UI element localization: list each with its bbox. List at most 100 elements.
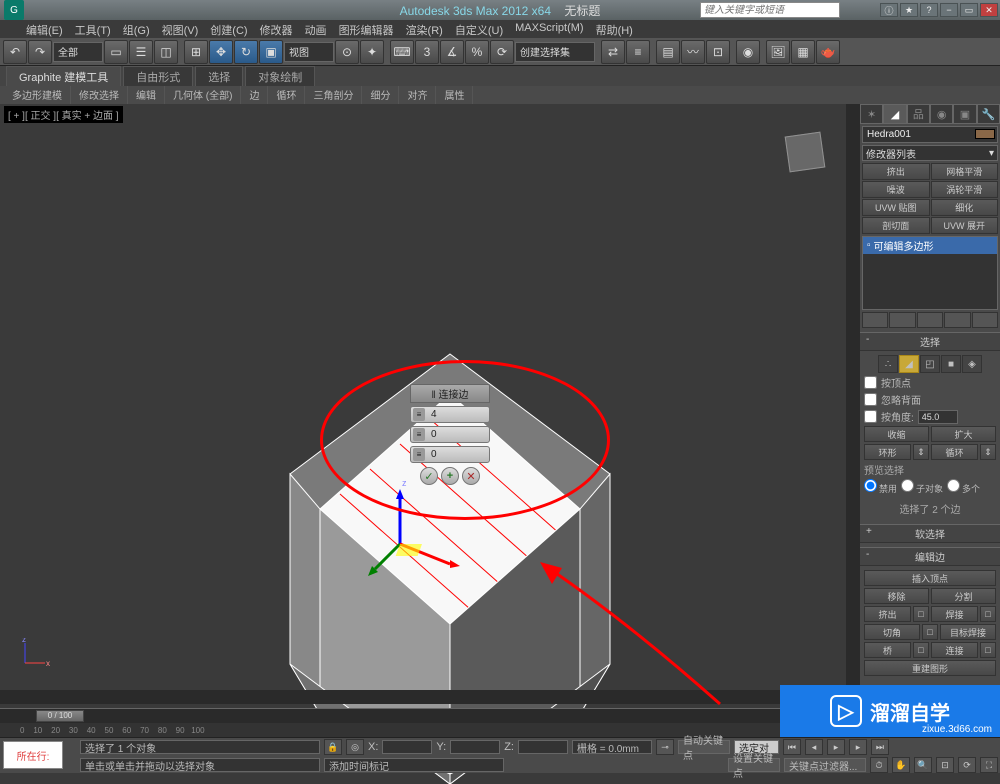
select-name-button[interactable]: ☰ <box>129 40 153 64</box>
modifier-stack[interactable]: ▫ 可编辑多边形 <box>862 236 998 310</box>
undo-button[interactable]: ↶ <box>3 40 27 64</box>
ribbon-tab-selection[interactable]: 选择 <box>195 66 243 86</box>
curve-editor-button[interactable]: 〰 <box>681 40 705 64</box>
menu-customize[interactable]: 自定义(U) <box>449 20 509 38</box>
mod-unwrap[interactable]: UVW 展开 <box>931 217 999 234</box>
loop-button[interactable]: 循环 <box>931 444 978 460</box>
viewport-scrollbar-h[interactable] <box>0 690 846 704</box>
ribbon-sub-geom[interactable]: 几何体 (全部) <box>165 86 241 104</box>
comm-center-icon[interactable]: ⓘ <box>880 3 898 17</box>
ignore-backfacing-check[interactable]: 忽略背面 <box>864 392 996 407</box>
favorites-icon[interactable]: ★ <box>900 3 918 17</box>
percent-snap-button[interactable]: % <box>465 40 489 64</box>
target-weld-button[interactable]: 目标焊接 <box>940 624 996 640</box>
mod-tessellate[interactable]: 细化 <box>931 199 999 216</box>
isolate-button[interactable]: ◎ <box>346 739 364 755</box>
split-button[interactable]: 分割 <box>931 588 996 604</box>
subobj-border[interactable]: ◰ <box>920 355 940 373</box>
time-config-button[interactable]: ⏱ <box>870 757 888 773</box>
ribbon-sub-props[interactable]: 属性 <box>436 86 473 104</box>
bridge-settings[interactable]: □ <box>913 642 929 658</box>
ribbon-sub-edit[interactable]: 编辑 <box>128 86 165 104</box>
menu-tools[interactable]: 工具(T) <box>69 20 117 38</box>
by-vertex-check[interactable]: 按顶点 <box>864 375 996 390</box>
menu-animation[interactable]: 动画 <box>299 20 333 38</box>
mirror-button[interactable]: ⇄ <box>601 40 625 64</box>
key-filters-button[interactable]: 关键点过滤器... <box>784 758 866 772</box>
maximize-viewport-button[interactable]: ⛶ <box>980 757 998 773</box>
zoom-button[interactable]: 🔍 <box>914 757 932 773</box>
stack-editable-poly[interactable]: ▫ 可编辑多边形 <box>863 237 997 254</box>
menu-modifiers[interactable]: 修改器 <box>254 20 299 38</box>
setkey-button[interactable]: 设置关键点 <box>728 758 780 772</box>
ribbon-tab-objectpaint[interactable]: 对象绘制 <box>245 66 315 86</box>
key-mode-button[interactable]: ⊸ <box>656 739 674 755</box>
ribbon-sub-polymodel[interactable]: 多边形建模 <box>4 86 71 104</box>
menu-grapheditors[interactable]: 图形编辑器 <box>333 20 400 38</box>
menu-create[interactable]: 创建(C) <box>204 20 253 38</box>
minimize-button[interactable]: − <box>940 3 958 17</box>
menu-edit[interactable]: 编辑(E) <box>20 20 69 38</box>
ribbon-tab-graphite[interactable]: Graphite 建模工具 <box>6 66 121 86</box>
stack-pin-button[interactable] <box>862 312 888 328</box>
connect-settings[interactable]: □ <box>980 642 996 658</box>
ring-button[interactable]: 环形 <box>864 444 911 460</box>
extrude-button[interactable]: 挤出 <box>864 606 911 622</box>
mod-extrude[interactable]: 挤出 <box>862 163 930 180</box>
rollout-selection[interactable]: 选择 <box>860 332 1000 351</box>
stack-showend-button[interactable] <box>889 312 915 328</box>
ribbon-sub-tri[interactable]: 三角剖分 <box>305 86 362 104</box>
insert-vertex-button[interactable]: 插入顶点 <box>864 570 996 586</box>
rollout-editedge[interactable]: 编辑边 <box>860 547 1000 566</box>
connect-button[interactable]: 连接 <box>931 642 978 658</box>
ref-coord-system[interactable]: 视图 <box>284 42 334 62</box>
weld-settings[interactable]: □ <box>980 606 996 622</box>
shrink-button[interactable]: 收缩 <box>864 426 929 442</box>
weld-button[interactable]: 焊接 <box>931 606 978 622</box>
subobj-polygon[interactable]: ■ <box>941 355 961 373</box>
extrude-settings[interactable]: □ <box>913 606 929 622</box>
modifier-list-dropdown[interactable]: 修改器列表▾ <box>862 145 998 161</box>
modify-tab[interactable]: ◢ <box>883 104 906 124</box>
mod-slice[interactable]: 剖切面 <box>862 217 930 234</box>
chamfer-button[interactable]: 切角 <box>864 624 920 640</box>
material-editor-button[interactable]: ◉ <box>736 40 760 64</box>
lock-selection-button[interactable]: 🔒 <box>324 739 342 755</box>
motion-tab[interactable]: ◉ <box>930 104 953 124</box>
move-button[interactable]: ✥ <box>209 40 233 64</box>
snap-button[interactable]: 3 <box>415 40 439 64</box>
ribbon-sub-edge[interactable]: 边 <box>241 86 268 104</box>
menu-render[interactable]: 渲染(R) <box>400 20 449 38</box>
y-coord-field[interactable] <box>450 740 500 754</box>
mod-turbosmooth[interactable]: 涡轮平滑 <box>931 181 999 198</box>
connect-cancel-button[interactable]: ✕ <box>462 467 480 485</box>
play-button[interactable]: ▸ <box>827 739 845 755</box>
chamfer-settings[interactable]: □ <box>922 624 938 640</box>
mod-uvwmap[interactable]: UVW 贴图 <box>862 199 930 216</box>
loop-shift[interactable]: ⇕ <box>980 444 996 460</box>
ribbon-sub-loop[interactable]: 循环 <box>268 86 305 104</box>
spinner-snap-button[interactable]: ⟳ <box>490 40 514 64</box>
scale-button[interactable]: ▣ <box>259 40 283 64</box>
mod-noise[interactable]: 噪波 <box>862 181 930 198</box>
goto-end-button[interactable]: ⏭ <box>871 739 889 755</box>
ring-shift[interactable]: ⇕ <box>913 444 929 460</box>
named-selection-sets[interactable]: 创建选择集 <box>515 42 595 62</box>
render-setup-button[interactable]: 🖼 <box>766 40 790 64</box>
time-slider-handle[interactable]: 0 / 100 <box>36 710 84 722</box>
menu-maxscript[interactable]: MAXScript(M) <box>509 20 589 38</box>
help-search-input[interactable] <box>700 2 840 18</box>
help-icon[interactable]: ? <box>920 3 938 17</box>
layers-button[interactable]: ▤ <box>656 40 680 64</box>
pan-button[interactable]: ✋ <box>892 757 910 773</box>
preview-multi[interactable]: 多个 <box>947 479 980 495</box>
render-button[interactable]: 🫖 <box>816 40 840 64</box>
by-angle-check[interactable]: 按角度: 45.0 <box>864 409 996 424</box>
menu-view[interactable]: 视图(V) <box>156 20 205 38</box>
grow-button[interactable]: 扩大 <box>931 426 996 442</box>
angle-snap-button[interactable]: ∡ <box>440 40 464 64</box>
select-button[interactable]: ▭ <box>104 40 128 64</box>
align-button[interactable]: ≡ <box>626 40 650 64</box>
prev-frame-button[interactable]: ◂ <box>805 739 823 755</box>
app-icon[interactable]: G <box>4 0 24 20</box>
